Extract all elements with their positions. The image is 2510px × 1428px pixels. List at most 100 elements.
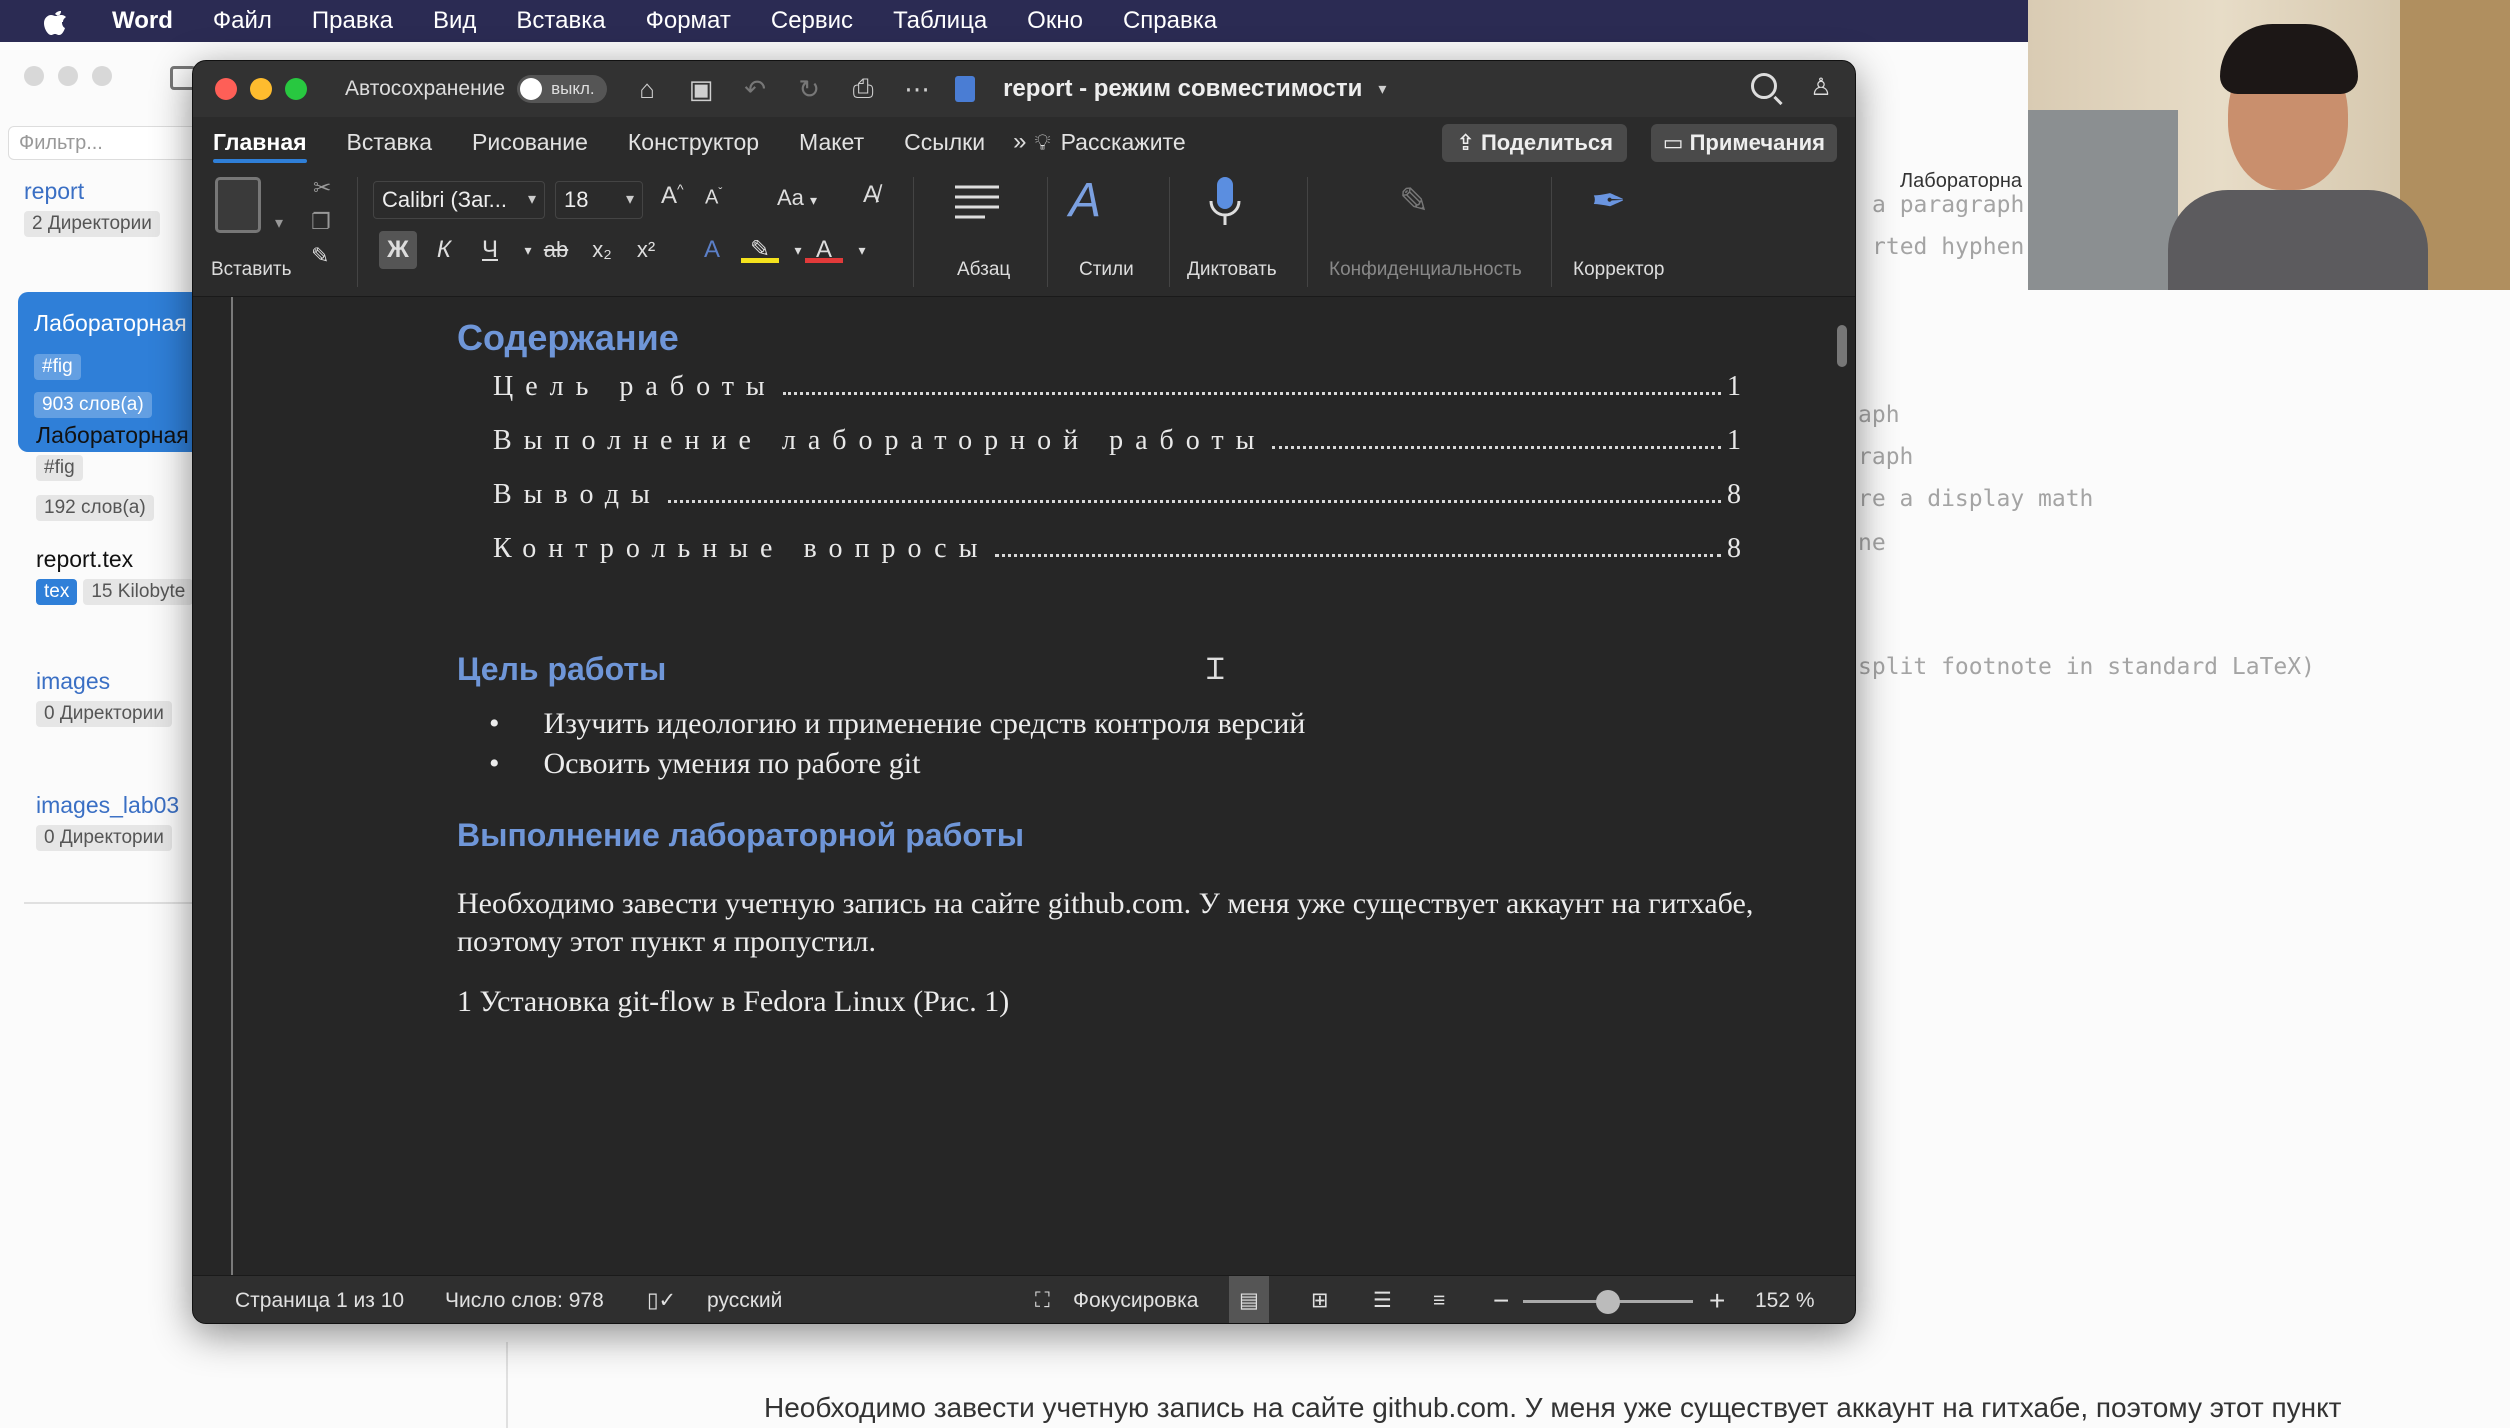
save-icon[interactable]: ▣ bbox=[687, 74, 715, 105]
tab-design[interactable]: Конструктор bbox=[608, 117, 779, 167]
toc-entry-label: Контрольные вопросы bbox=[493, 533, 990, 564]
font-color-icon[interactable]: A bbox=[805, 231, 843, 263]
file-meta: 0 Директории bbox=[36, 825, 172, 851]
font-name-select[interactable]: Calibri (Заг... ▾ bbox=[373, 181, 545, 219]
minimize-button[interactable] bbox=[250, 78, 272, 100]
redo-icon[interactable]: ↻ bbox=[795, 74, 823, 105]
font-color-dropdown-icon[interactable]: ▾ bbox=[843, 231, 881, 269]
undo-icon[interactable]: ↶ bbox=[741, 74, 769, 105]
toc-entry-page: 1 bbox=[1727, 371, 1741, 402]
word-window: Автосохранение выкл. ⌂ ▣ ↶ ↻ ⎙ ⋯ report … bbox=[192, 60, 1856, 1324]
file-meta: 2 Директории bbox=[24, 211, 160, 237]
toc-leader bbox=[667, 500, 1721, 503]
share-button[interactable]: ⇪ Поделиться bbox=[1442, 124, 1627, 162]
menu-edit[interactable]: Правка bbox=[292, 0, 413, 42]
page-count[interactable]: Страница 1 из 10 bbox=[235, 1276, 404, 1323]
font-size-select[interactable]: 18 ▾ bbox=[555, 181, 643, 219]
superscript-button[interactable]: x² bbox=[627, 231, 665, 269]
italic-button[interactable]: К bbox=[425, 231, 463, 269]
zoom-button[interactable] bbox=[285, 78, 307, 100]
bullet-item: • Освоить умения по работе git bbox=[489, 747, 920, 781]
sensitivity-icon[interactable]: ✎ bbox=[1399, 173, 1455, 229]
more-tabs-icon[interactable]: » bbox=[1005, 128, 1034, 156]
print-icon[interactable]: ⎙ bbox=[849, 73, 877, 105]
document-canvas[interactable]: Содержание Цель работы 1 Выполнение лабо… bbox=[193, 297, 1855, 1275]
zoom-in-button[interactable]: + bbox=[1709, 1276, 1725, 1323]
close-button[interactable] bbox=[215, 78, 237, 100]
tab-draw[interactable]: Рисование bbox=[452, 117, 608, 167]
title-bar: Автосохранение выкл. ⌂ ▣ ↶ ↻ ⎙ ⋯ report … bbox=[193, 61, 1855, 117]
zoom-slider-knob[interactable] bbox=[1596, 1290, 1620, 1314]
paragraph-icon[interactable] bbox=[949, 173, 1005, 229]
toc-entry-page: 8 bbox=[1727, 479, 1741, 510]
strikethrough-button[interactable]: ab bbox=[537, 231, 575, 269]
bold-button[interactable]: Ж bbox=[379, 231, 417, 269]
proofing-icon[interactable]: ▯✓ bbox=[647, 1276, 676, 1323]
home-icon[interactable]: ⌂ bbox=[633, 74, 661, 105]
focus-icon[interactable]: ⛶ bbox=[1035, 1276, 1050, 1323]
menu-app-word[interactable]: Word bbox=[92, 0, 193, 42]
comments-label: Примечания bbox=[1689, 130, 1825, 155]
bullet-item: • Изучить идеологию и применение средств… bbox=[489, 707, 1305, 741]
bullet-text: Изучить идеологию и применение средств к… bbox=[543, 707, 1306, 740]
styles-icon[interactable]: A bbox=[1069, 173, 1125, 229]
tab-title[interactable]: Лабораторна bbox=[1900, 170, 2022, 193]
print-layout-icon[interactable]: ▤ bbox=[1229, 1276, 1269, 1323]
menu-help[interactable]: Справка bbox=[1103, 0, 1237, 42]
editor-icon[interactable]: ✒ bbox=[1591, 173, 1647, 229]
tab-insert[interactable]: Вставка bbox=[327, 117, 453, 167]
clear-formatting-icon[interactable]: A̸ bbox=[863, 181, 879, 209]
language[interactable]: русский bbox=[707, 1276, 782, 1323]
filter-input[interactable]: Фильтр... bbox=[8, 126, 198, 160]
menu-table[interactable]: Таблица bbox=[873, 0, 1007, 42]
menu-format[interactable]: Формат bbox=[626, 0, 751, 42]
tab-references[interactable]: Ссылки bbox=[884, 117, 1005, 167]
document-title[interactable]: report - режим совместимости bbox=[1003, 75, 1362, 103]
format-painter-icon[interactable]: ✎ bbox=[311, 243, 329, 269]
word-count[interactable]: Число слов: 978 bbox=[445, 1276, 604, 1323]
menu-file[interactable]: Файл bbox=[193, 0, 292, 42]
cut-icon[interactable]: ✂ bbox=[313, 175, 331, 201]
draft-icon[interactable]: ≡ bbox=[1433, 1276, 1445, 1323]
zoom-level[interactable]: 152 % bbox=[1755, 1276, 1815, 1323]
text-effects-icon[interactable]: A bbox=[693, 231, 731, 269]
menu-window[interactable]: Окно bbox=[1007, 0, 1103, 42]
toc-leader bbox=[782, 392, 1721, 395]
chevron-down-icon[interactable]: ▾ bbox=[1368, 79, 1396, 99]
microphone-icon[interactable] bbox=[1197, 173, 1253, 229]
toc-entry[interactable]: Цель работы 1 bbox=[493, 371, 1741, 411]
menu-insert[interactable]: Вставка bbox=[496, 0, 625, 42]
tell-me-search[interactable]: 💡︎ Расскажите bbox=[1034, 129, 1185, 156]
menu-tools[interactable]: Сервис bbox=[751, 0, 873, 42]
web-layout-icon[interactable]: ⊞ bbox=[1311, 1276, 1329, 1323]
zoom-out-button[interactable]: − bbox=[1493, 1276, 1509, 1323]
ribbon-separator bbox=[913, 177, 914, 287]
change-case-button[interactable]: Aa ▾ bbox=[777, 185, 817, 211]
tab-layout[interactable]: Макет bbox=[779, 117, 884, 167]
paste-icon[interactable] bbox=[215, 177, 261, 233]
autosave-toggle[interactable]: выкл. bbox=[517, 75, 608, 103]
lightbulb-icon: 💡︎ bbox=[1034, 128, 1051, 155]
focus-mode[interactable]: Фокусировка bbox=[1073, 1276, 1198, 1323]
subscript-button[interactable]: x₂ bbox=[583, 231, 621, 269]
underline-button[interactable]: Ч bbox=[471, 231, 509, 269]
shrink-font-icon[interactable]: Aˇ bbox=[705, 185, 722, 210]
menu-view[interactable]: Вид bbox=[413, 0, 496, 42]
file-name: Лабораторная bbox=[34, 310, 187, 336]
vertical-scrollbar[interactable] bbox=[1837, 325, 1847, 367]
tab-home[interactable]: Главная bbox=[193, 117, 327, 167]
copy-icon[interactable]: ❐ bbox=[311, 209, 331, 235]
comments-button[interactable]: ▭ Примечания bbox=[1650, 124, 1837, 162]
toc-entry[interactable]: Выводы 8 bbox=[493, 479, 1741, 519]
search-icon[interactable] bbox=[1751, 73, 1777, 99]
paste-dropdown-icon[interactable]: ▾ bbox=[275, 213, 283, 233]
toc-entry[interactable]: Выполнение лабораторной работы 1 bbox=[493, 425, 1741, 465]
toc-entry[interactable]: Контрольные вопросы 8 bbox=[493, 533, 1741, 573]
toc-title: Содержание bbox=[457, 317, 679, 358]
highlight-icon[interactable]: ✎ bbox=[741, 231, 779, 263]
outline-icon[interactable]: ☰ bbox=[1373, 1276, 1392, 1323]
grow-font-icon[interactable]: A^ bbox=[661, 181, 684, 210]
apple-menu-icon[interactable] bbox=[34, 0, 76, 42]
share-person-icon[interactable]: ♙ bbox=[1807, 73, 1835, 101]
more-icon[interactable]: ⋯ bbox=[903, 74, 931, 105]
